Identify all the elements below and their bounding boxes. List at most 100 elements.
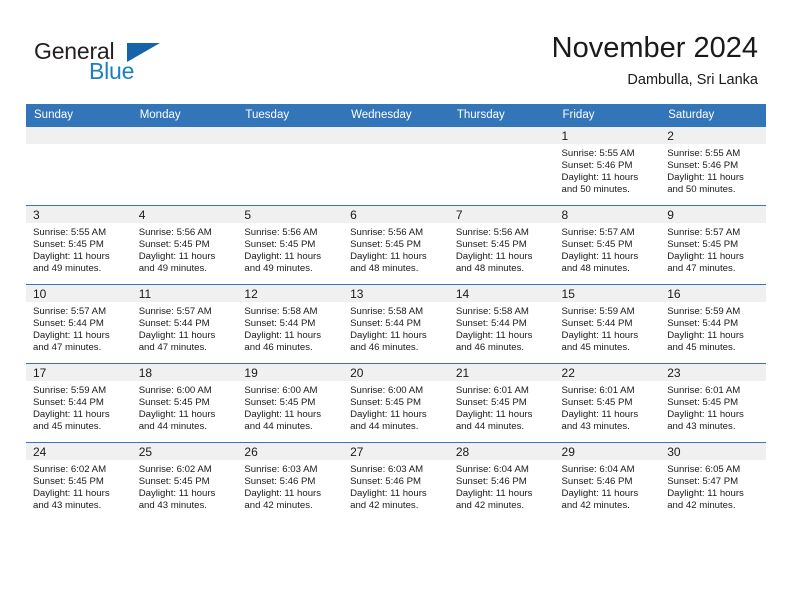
calendar-day-cell[interactable]: 15 Sunrise: 5:59 AM Sunset: 5:44 PM Dayligh… — [554, 284, 661, 364]
calendar-day-cell[interactable]: 18 Sunrise: 6:00 AM Sunset: 5:45 PM Dayligh… — [131, 363, 238, 443]
page-header: General Blue November 2024 Dambulla, Sri… — [0, 0, 792, 100]
calendar-day-cell[interactable]: 28 Sunrise: 6:04 AM Sunset: 5:46 PM Dayligh… — [448, 442, 555, 521]
daylight-text-line1: Daylight: 11 hours — [667, 251, 744, 263]
day-details: Sunrise: 6:03 AM Sunset: 5:46 PM Daylight:… — [237, 460, 343, 512]
daylight-text-line2: and 49 minutes. — [33, 263, 102, 275]
sunset-text: Sunset: 5:46 PM — [350, 476, 422, 488]
daylight-text-line1: Daylight: 11 hours — [561, 488, 639, 500]
calendar-day-cell-empty — [237, 126, 344, 206]
day-number — [237, 127, 344, 144]
day-details: Sunrise: 5:59 AM Sunset: 5:44 PM Daylight:… — [555, 302, 661, 354]
sunset-text: Sunset: 5:44 PM — [667, 318, 739, 330]
day-details: Sunrise: 6:00 AM Sunset: 5:45 PM Daylight:… — [343, 381, 449, 433]
daylight-text-line1: Daylight: 11 hours — [455, 488, 533, 500]
day-details: Sunrise: 6:05 AM Sunset: 5:47 PM Daylight:… — [660, 460, 766, 512]
daylight-text-line1: Daylight: 11 hours — [138, 330, 216, 342]
calendar-day-cell[interactable]: 25 Sunrise: 6:02 AM Sunset: 5:45 PM Dayligh… — [131, 442, 238, 521]
sunrise-text: Sunrise: 5:56 AM — [138, 227, 212, 238]
day-number: 1 — [554, 127, 661, 144]
daylight-text-line1: Daylight: 11 hours — [667, 330, 744, 342]
sunset-text: Sunset: 5:45 PM — [33, 239, 104, 251]
calendar-day-cell[interactable]: 3 Sunrise: 5:55 AM Sunset: 5:45 PM Daylight… — [26, 205, 132, 285]
calendar-day-cell[interactable]: 22 Sunrise: 6:01 AM Sunset: 5:45 PM Dayligh… — [554, 363, 661, 443]
calendar-day-cell[interactable]: 2 Sunrise: 5:55 AM Sunset: 5:46 PM Daylight… — [660, 126, 766, 206]
daylight-text-line1: Daylight: 11 hours — [244, 409, 322, 421]
calendar-day-cell[interactable]: 16 Sunrise: 5:59 AM Sunset: 5:44 PM Dayligh… — [660, 284, 766, 364]
daylight-text-line1: Daylight: 11 hours — [561, 409, 639, 421]
calendar-day-cell[interactable]: 13 Sunrise: 5:58 AM Sunset: 5:44 PM Dayligh… — [343, 284, 449, 364]
day-number — [131, 127, 238, 144]
day-number — [26, 127, 132, 144]
day-details: Sunrise: 6:00 AM Sunset: 5:45 PM Daylight:… — [237, 381, 343, 433]
sunrise-text: Sunrise: 6:00 AM — [350, 385, 424, 396]
daylight-text-line1: Daylight: 11 hours — [561, 330, 639, 342]
calendar-day-cell[interactable]: 12 Sunrise: 5:58 AM Sunset: 5:44 PM Dayligh… — [237, 284, 344, 364]
weekday-header-wednesday: Wednesday — [343, 104, 449, 127]
calendar-day-cell[interactable]: 1 Sunrise: 5:55 AM Sunset: 5:46 PM Daylight… — [554, 126, 661, 206]
calendar-day-cell[interactable]: 17 Sunrise: 5:59 AM Sunset: 5:44 PM Dayligh… — [26, 363, 132, 443]
calendar-day-cell[interactable]: 6 Sunrise: 5:56 AM Sunset: 5:45 PM Daylight… — [343, 205, 449, 285]
calendar-day-cell[interactable]: 27 Sunrise: 6:03 AM Sunset: 5:46 PM Dayligh… — [343, 442, 449, 521]
calendar-day-cell[interactable]: 19 Sunrise: 6:00 AM Sunset: 5:45 PM Dayligh… — [237, 363, 344, 443]
day-number: 12 — [237, 285, 344, 302]
calendar-day-cell[interactable]: 21 Sunrise: 6:01 AM Sunset: 5:45 PM Dayligh… — [448, 363, 555, 443]
sunset-text: Sunset: 5:45 PM — [350, 397, 422, 409]
calendar-day-cell[interactable]: 7 Sunrise: 5:56 AM Sunset: 5:45 PM Daylight… — [448, 205, 555, 285]
daylight-text-line2: and 42 minutes. — [667, 500, 736, 512]
calendar-day-cell[interactable]: 8 Sunrise: 5:57 AM Sunset: 5:45 PM Daylight… — [554, 205, 661, 285]
calendar-day-cell[interactable]: 30 Sunrise: 6:05 AM Sunset: 5:47 PM Dayligh… — [660, 442, 766, 521]
title-block: November 2024 Dambulla, Sri Lanka — [552, 30, 758, 90]
calendar-day-cell[interactable]: 26 Sunrise: 6:03 AM Sunset: 5:46 PM Dayligh… — [237, 442, 344, 521]
calendar-day-cell[interactable]: 5 Sunrise: 5:56 AM Sunset: 5:45 PM Daylight… — [237, 205, 344, 285]
day-details: Sunrise: 5:58 AM Sunset: 5:44 PM Daylight:… — [449, 302, 555, 354]
sunset-text: Sunset: 5:45 PM — [350, 239, 422, 251]
day-number: 22 — [554, 364, 661, 381]
calendar-day-cell[interactable]: 24 Sunrise: 6:02 AM Sunset: 5:45 PM Dayligh… — [26, 442, 132, 521]
calendar-day-cell[interactable]: 9 Sunrise: 5:57 AM Sunset: 5:45 PM Daylight… — [660, 205, 766, 285]
logo-text-blue: Blue — [89, 58, 135, 84]
day-number: 26 — [237, 443, 344, 460]
day-number: 16 — [660, 285, 766, 302]
calendar-day-cell[interactable]: 4 Sunrise: 5:56 AM Sunset: 5:45 PM Daylight… — [131, 205, 238, 285]
sunrise-text: Sunrise: 6:04 AM — [561, 464, 635, 475]
sunrise-text: Sunrise: 5:58 AM — [244, 306, 318, 317]
calendar-day-cell[interactable]: 10 Sunrise: 5:57 AM Sunset: 5:44 PM Dayligh… — [26, 284, 132, 364]
daylight-text-line2: and 43 minutes. — [667, 421, 736, 433]
calendar-week-row: 17 Sunrise: 5:59 AM Sunset: 5:44 PM Dayligh… — [26, 363, 766, 443]
sunset-text: Sunset: 5:46 PM — [667, 160, 739, 172]
day-details: Sunrise: 5:55 AM Sunset: 5:45 PM Daylight:… — [26, 223, 132, 275]
page-title: November 2024 — [551, 32, 758, 64]
day-number: 9 — [660, 206, 766, 223]
sunrise-text: Sunrise: 5:56 AM — [455, 227, 529, 238]
daylight-text-line2: and 42 minutes. — [350, 500, 419, 512]
day-details: Sunrise: 5:55 AM Sunset: 5:46 PM Daylight:… — [555, 144, 661, 196]
day-details: Sunrise: 5:59 AM Sunset: 5:44 PM Daylight:… — [660, 302, 766, 354]
page-subtitle: Dambulla, Sri Lanka — [627, 72, 758, 88]
sunset-text: Sunset: 5:45 PM — [667, 239, 739, 251]
calendar-header-row: Sunday Monday Tuesday Wednesday Thursday… — [26, 104, 766, 127]
daylight-text-line2: and 47 minutes. — [33, 342, 102, 354]
day-details: Sunrise: 6:02 AM Sunset: 5:45 PM Daylight:… — [26, 460, 132, 512]
day-details: Sunrise: 5:56 AM Sunset: 5:45 PM Daylight:… — [237, 223, 343, 275]
daylight-text-line1: Daylight: 11 hours — [244, 330, 322, 342]
daylight-text-line1: Daylight: 11 hours — [138, 409, 216, 421]
daylight-text-line2: and 42 minutes. — [561, 500, 630, 512]
day-details: Sunrise: 5:57 AM Sunset: 5:44 PM Daylight:… — [132, 302, 238, 354]
daylight-text-line2: and 44 minutes. — [138, 421, 207, 433]
calendar-day-cell[interactable]: 20 Sunrise: 6:00 AM Sunset: 5:45 PM Dayligh… — [343, 363, 449, 443]
day-number: 25 — [131, 443, 238, 460]
calendar-day-cell[interactable]: 11 Sunrise: 5:57 AM Sunset: 5:44 PM Dayligh… — [131, 284, 238, 364]
sunset-text: Sunset: 5:44 PM — [138, 318, 210, 330]
calendar-day-cell[interactable]: 14 Sunrise: 5:58 AM Sunset: 5:44 PM Dayligh… — [448, 284, 555, 364]
calendar-day-cell[interactable]: 29 Sunrise: 6:04 AM Sunset: 5:46 PM Dayligh… — [554, 442, 661, 521]
daylight-text-line1: Daylight: 11 hours — [33, 251, 110, 263]
sunset-text: Sunset: 5:45 PM — [455, 397, 527, 409]
general-blue-logo[interactable]: General Blue — [34, 38, 224, 88]
day-number: 17 — [26, 364, 132, 381]
day-details: Sunrise: 5:56 AM Sunset: 5:45 PM Daylight:… — [132, 223, 238, 275]
calendar-day-cell[interactable]: 23 Sunrise: 6:01 AM Sunset: 5:45 PM Dayligh… — [660, 363, 766, 443]
daylight-text-line1: Daylight: 11 hours — [350, 251, 427, 263]
sunrise-text: Sunrise: 5:57 AM — [667, 227, 741, 238]
sunrise-text: Sunrise: 6:00 AM — [244, 385, 318, 396]
calendar-day-cell-empty — [26, 126, 132, 206]
